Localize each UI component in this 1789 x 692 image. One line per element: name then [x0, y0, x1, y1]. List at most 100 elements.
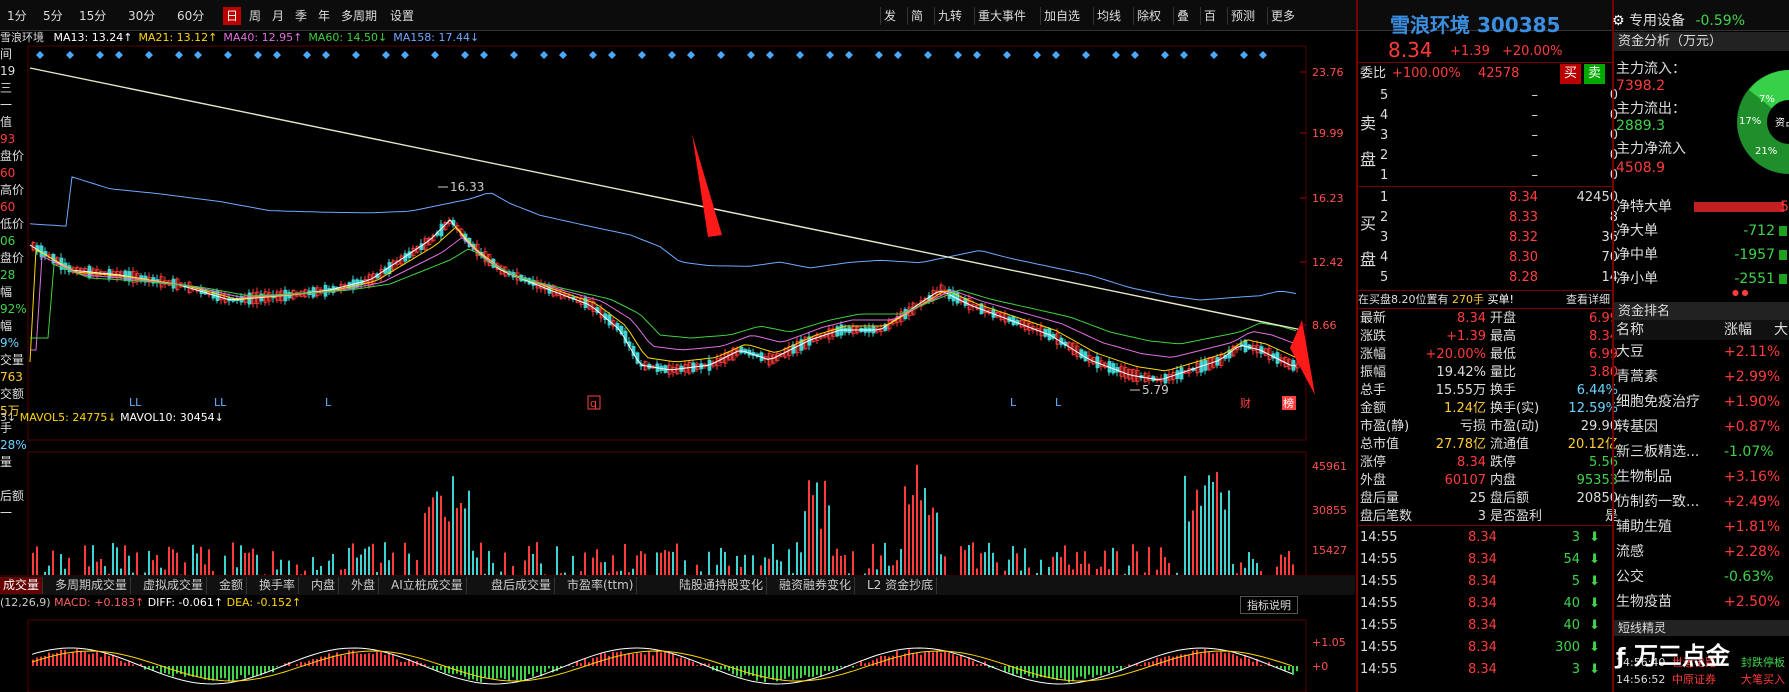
ask-row[interactable]: 3 –0 [1358, 126, 1620, 146]
signal-diamond [875, 51, 883, 59]
indicator-tab[interactable]: 市盈率(ttm) [564, 577, 638, 594]
indicator-tab[interactable]: AI立桩成交量 [388, 577, 467, 594]
rank-row[interactable]: 青蒿素 +2.99% [1616, 365, 1789, 390]
period-button[interactable]: 30分 [125, 7, 158, 25]
period-button[interactable]: 周 [246, 7, 264, 25]
rank-row[interactable]: 辅助生殖 +1.81% [1616, 515, 1789, 540]
period-button[interactable]: 日 [223, 7, 242, 25]
rank-row[interactable]: 转基因 +0.87% [1616, 415, 1789, 440]
rank-col-name[interactable]: 名称 [1616, 320, 1644, 340]
indicator-tab[interactable]: 虚拟成交量 [140, 577, 208, 594]
rank-row[interactable]: 公交 -0.63% [1616, 565, 1789, 590]
indicator-help-button[interactable]: 指标说明 [1240, 596, 1298, 614]
quote-row: 涨跌 +1.39 最高 8.34 [1358, 328, 1620, 346]
toolbar-tool-button[interactable]: 预测 [1227, 7, 1258, 25]
rank-row[interactable]: 细胞免疫治疗 +1.90% [1616, 390, 1789, 415]
macd-bar [368, 653, 370, 666]
toolbar-tool-button[interactable]: 除权 [1133, 7, 1164, 25]
sell-button[interactable]: 卖 [1584, 64, 1606, 84]
ask-level: 5 [1380, 88, 1389, 103]
period-button[interactable]: 多周期 [338, 7, 380, 25]
bid-row[interactable]: 4 8.30 70 [1358, 248, 1620, 268]
macd-bar [536, 666, 538, 672]
macd-bar [632, 653, 634, 666]
indicator-tab[interactable]: 外盘 [348, 577, 380, 594]
toolbar-tool-button[interactable]: 更多 [1267, 7, 1298, 25]
macd-bar [548, 666, 550, 669]
macd-bar [248, 666, 250, 675]
macd-bar [1016, 666, 1018, 674]
indicator-tab[interactable]: 金额 [216, 577, 248, 594]
period-button[interactable]: 5分 [40, 7, 66, 25]
ask-row[interactable]: 1 –0 [1358, 166, 1620, 186]
period-button[interactable]: 设置 [387, 7, 417, 25]
macd-bar [64, 650, 66, 666]
buy-button[interactable]: 买 [1560, 64, 1582, 84]
quote-value: +1.39 [1446, 329, 1486, 344]
indicator-tab[interactable]: 陆股通持股变化 [676, 577, 768, 594]
order-notice-text: 在买盘8.20位置有 [1358, 293, 1449, 306]
macd-bar [392, 654, 394, 666]
stock-price: 8.34 [1388, 38, 1433, 62]
signal-diamond [924, 51, 932, 59]
toolbar-tool-button[interactable]: 重大事件 [974, 7, 1029, 25]
macd-bar [240, 666, 242, 676]
macd-bar [1156, 657, 1158, 666]
toolbar-tool-button[interactable]: 九转 [934, 7, 965, 25]
short-row[interactable]: 14:56:52 中原证券 大笔买入 [1616, 671, 1789, 688]
quote-label: 盘后笔数 [1360, 509, 1413, 524]
indicator-tab[interactable]: 换手率 [256, 577, 300, 594]
period-button[interactable]: 季 [292, 7, 310, 25]
rank-col-big[interactable]: 大 [1774, 320, 1788, 340]
period-button[interactable]: 月 [269, 7, 287, 25]
macd-bar [556, 666, 558, 671]
toolbar-tool-button[interactable]: 简 [907, 7, 926, 25]
ask-level: 4 [1380, 108, 1389, 123]
rank-col-pct[interactable]: 涨幅 [1724, 320, 1752, 340]
watermark-text: 万三点金 [1633, 642, 1730, 670]
indicator-tab[interactable]: L2 资金抄底 [864, 577, 938, 594]
ask-row[interactable]: 5 –0 [1358, 86, 1620, 106]
rank-row[interactable]: 仿制药一致... +2.49% [1616, 490, 1789, 515]
indicator-tab[interactable]: 成交量 [0, 577, 44, 594]
indicator-tab[interactable]: 融资融券变化 [776, 577, 856, 594]
period-button[interactable]: 60分 [174, 7, 207, 25]
indicator-tab[interactable]: 内盘 [308, 577, 340, 594]
rank-row[interactable]: 生物疫苗 +2.50% [1616, 590, 1789, 615]
ask-volume: 0 [1538, 86, 1618, 106]
macd-bar [688, 659, 690, 666]
bid-row[interactable]: 1 8.34 42450 [1358, 188, 1620, 208]
toolbar-tool-button[interactable]: 发 [880, 7, 899, 25]
flow-dots: ● ● [1732, 288, 1749, 297]
signal-diamond [1210, 51, 1218, 59]
bid-row[interactable]: 3 8.32 36 [1358, 228, 1620, 248]
signal-diamond [954, 51, 962, 59]
period-button[interactable]: 年 [315, 7, 333, 25]
indicator-tab[interactable]: 盘后成交量 [488, 577, 556, 594]
macd-bar [92, 653, 94, 666]
trade-volume: 3 [1571, 662, 1580, 677]
ask-row[interactable]: 4 –0 [1358, 106, 1620, 126]
period-button[interactable]: 15分 [76, 7, 109, 25]
ask-row[interactable]: 2 –0 [1358, 146, 1620, 166]
rank-row[interactable]: 新三板精选... -1.07% [1616, 440, 1789, 465]
toolbar-tool-button[interactable]: 均线 [1093, 7, 1124, 25]
rank-row[interactable]: 流感 +2.28% [1616, 540, 1789, 565]
bid-row[interactable]: 5 8.28 14 [1358, 268, 1620, 288]
macd-axis-label: +1.05 [1312, 636, 1346, 649]
macd-bar [344, 655, 346, 666]
toolbar-tool-button[interactable]: 百 [1200, 7, 1219, 25]
indicator-tab[interactable]: 多周期成交量 [52, 577, 132, 594]
period-button[interactable]: 1分 [4, 7, 30, 25]
rank-row[interactable]: 生物制品 +3.16% [1616, 465, 1789, 490]
signal-diamond [845, 51, 853, 59]
order-detail-link[interactable]: 查看详细 [1566, 292, 1610, 308]
bid-row[interactable]: 2 8.338 [1358, 208, 1620, 228]
signal-diamond [145, 51, 153, 59]
trade-volume: 300 [1555, 640, 1580, 655]
macd-bar [792, 666, 794, 680]
toolbar-tool-button[interactable]: 叠 [1173, 7, 1192, 25]
rank-row[interactable]: 大豆 +2.11% [1616, 340, 1789, 365]
toolbar-tool-button[interactable]: 加自选 [1040, 7, 1083, 25]
macd-bar [444, 666, 446, 674]
